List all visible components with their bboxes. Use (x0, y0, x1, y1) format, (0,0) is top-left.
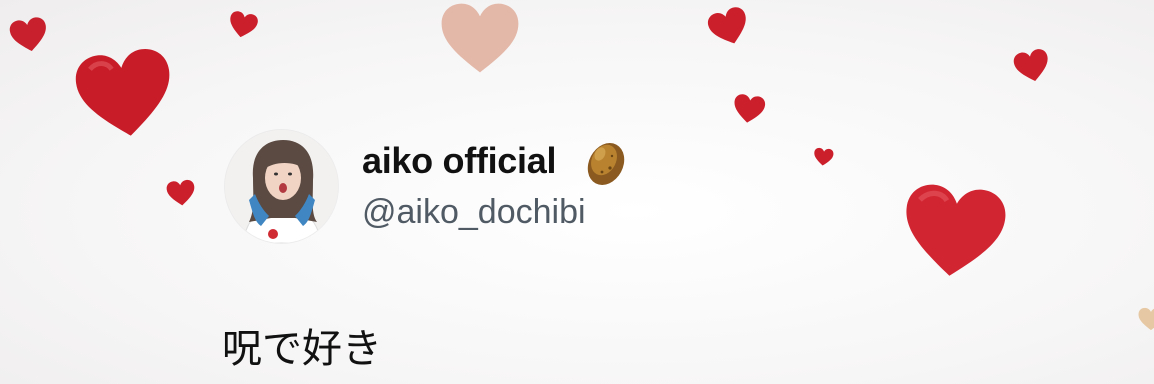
heart-icon (64, 43, 185, 145)
display-name: aiko official (362, 140, 557, 181)
heart-icon (165, 179, 198, 208)
potato-icon (582, 138, 630, 188)
heart-icon (890, 179, 1017, 284)
avatar[interactable] (225, 130, 338, 243)
heart-icon (731, 91, 767, 127)
heart-icon (809, 147, 838, 168)
profile-bio: 呪で好き (222, 326, 382, 372)
heart-icon (7, 15, 50, 55)
heart-icon (436, 2, 524, 74)
heart-icon (1138, 296, 1154, 342)
profile-handle: @aiko_dochibi (362, 193, 586, 231)
